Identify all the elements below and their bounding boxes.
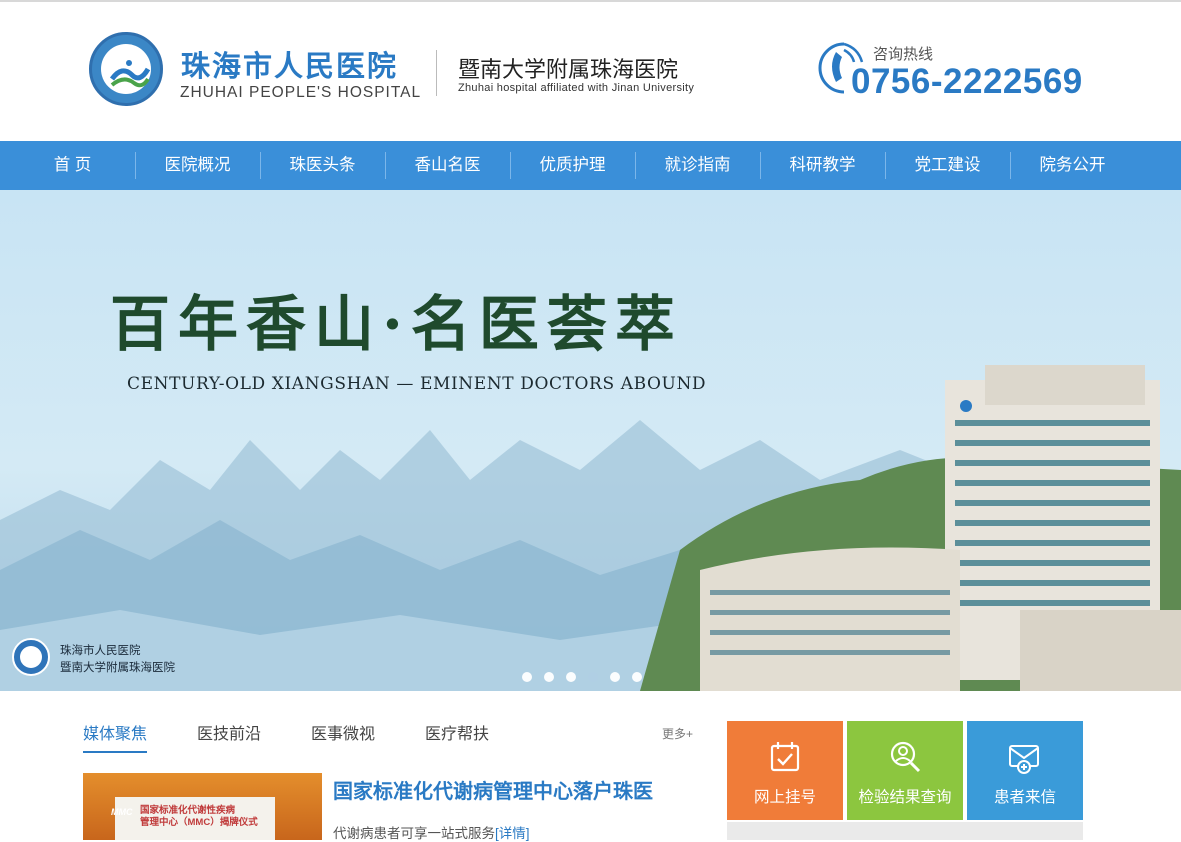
nav-doctors[interactable]: 香山名医 — [385, 141, 510, 190]
carousel-dots — [522, 672, 642, 682]
banner-subtitle: CENTURY-OLD XIANGSHAN — EMINENT DOCTORS … — [127, 374, 707, 394]
tab-medical-video[interactable]: 医事微视 — [311, 720, 375, 744]
site-header: 珠海市人民医院 ZHUHAI PEOPLE'S HOSPITAL 暨南大学附属珠… — [0, 2, 1181, 141]
news-tabs: 媒体聚焦 医技前沿 医事微视 医疗帮扶 更多+ — [83, 720, 696, 756]
news-thumbnail[interactable]: MMC 国家标准化代谢性疾病 管理中心（MMC）揭牌仪式 — [83, 773, 322, 840]
banner-logo — [12, 638, 50, 676]
featured-news-desc: 代谢病患者可享一站式服务[详情] — [333, 822, 530, 842]
envelope-plus-icon — [1009, 745, 1039, 774]
nav-headlines[interactable]: 珠医头条 — [260, 141, 385, 190]
patient-letter-button[interactable]: 患者来信 — [967, 721, 1083, 820]
more-link[interactable]: 更多+ — [662, 725, 693, 742]
carousel-dot[interactable] — [632, 672, 642, 682]
featured-news-title[interactable]: 国家标准化代谢病管理中心落户珠医 — [333, 775, 653, 804]
hero-banner[interactable]: 百年香山·名医荟萃 CENTURY-OLD XIANGSHAN — EMINEN… — [0, 190, 1181, 691]
tab-medical-aid[interactable]: 医疗帮扶 — [425, 720, 489, 744]
hospital-logo[interactable] — [89, 32, 163, 106]
test-results-label: 检验结果查询 — [858, 789, 952, 806]
carousel-dot[interactable] — [544, 672, 554, 682]
mmc-badge: MMC — [111, 807, 133, 817]
hotline-label: 咨询热线 — [873, 46, 934, 63]
calendar-check-icon — [770, 742, 800, 772]
nav-nursing[interactable]: 优质护理 — [510, 141, 635, 190]
banner-landscape — [0, 365, 1181, 691]
tab-medical-tech[interactable]: 医技前沿 — [197, 720, 261, 744]
detail-link[interactable]: [详情] — [495, 826, 530, 841]
patient-letter-label: 患者来信 — [993, 789, 1056, 806]
nav-party[interactable]: 党工建设 — [885, 141, 1010, 190]
nav-affairs[interactable]: 院务公开 — [1010, 141, 1135, 190]
main-nav: 首 页 医院概况 珠医头条 香山名医 优质护理 就诊指南 科研教学 党工建设 院… — [0, 141, 1181, 190]
nav-home[interactable]: 首 页 — [10, 141, 135, 190]
doctor-search-icon — [890, 741, 921, 773]
banner-logo-line2: 暨南大学附属珠海医院 — [60, 660, 175, 674]
online-registration-label: 网上挂号 — [753, 789, 816, 806]
sidebar-panel-top — [727, 822, 1083, 840]
nav-visit-guide[interactable]: 就诊指南 — [635, 141, 760, 190]
banner-logo-line1: 珠海市人民医院 — [60, 643, 141, 657]
test-results-button[interactable]: 检验结果查询 — [847, 721, 963, 820]
featured-news-desc-text: 代谢病患者可享一站式服务 — [333, 826, 495, 841]
affiliation-en: Zhuhai hospital affiliated with Jinan Un… — [458, 82, 695, 94]
header-divider — [436, 50, 437, 96]
thumbnail-text-line2: 管理中心（MMC）揭牌仪式 — [140, 817, 258, 828]
nav-research[interactable]: 科研教学 — [760, 141, 885, 190]
carousel-dot[interactable] — [566, 672, 576, 682]
tab-media-focus[interactable]: 媒体聚焦 — [83, 720, 147, 744]
hospital-name-cn: 珠海市人民医院 — [181, 51, 399, 83]
nav-hospital-overview[interactable]: 医院概况 — [135, 141, 260, 190]
active-tab-underline — [83, 751, 147, 753]
carousel-dot[interactable] — [610, 672, 620, 682]
carousel-dot-active[interactable] — [588, 672, 598, 682]
online-registration-button[interactable]: 网上挂号 — [727, 721, 843, 820]
banner-title: 百年香山·名医荟萃 — [110, 290, 683, 360]
hospital-name-en: ZHUHAI PEOPLE'S HOSPITAL — [180, 84, 422, 101]
affiliation-cn: 暨南大学附属珠海医院 — [458, 57, 679, 82]
carousel-dot[interactable] — [522, 672, 532, 682]
hotline-number[interactable]: 0756-2222569 — [851, 62, 1083, 102]
